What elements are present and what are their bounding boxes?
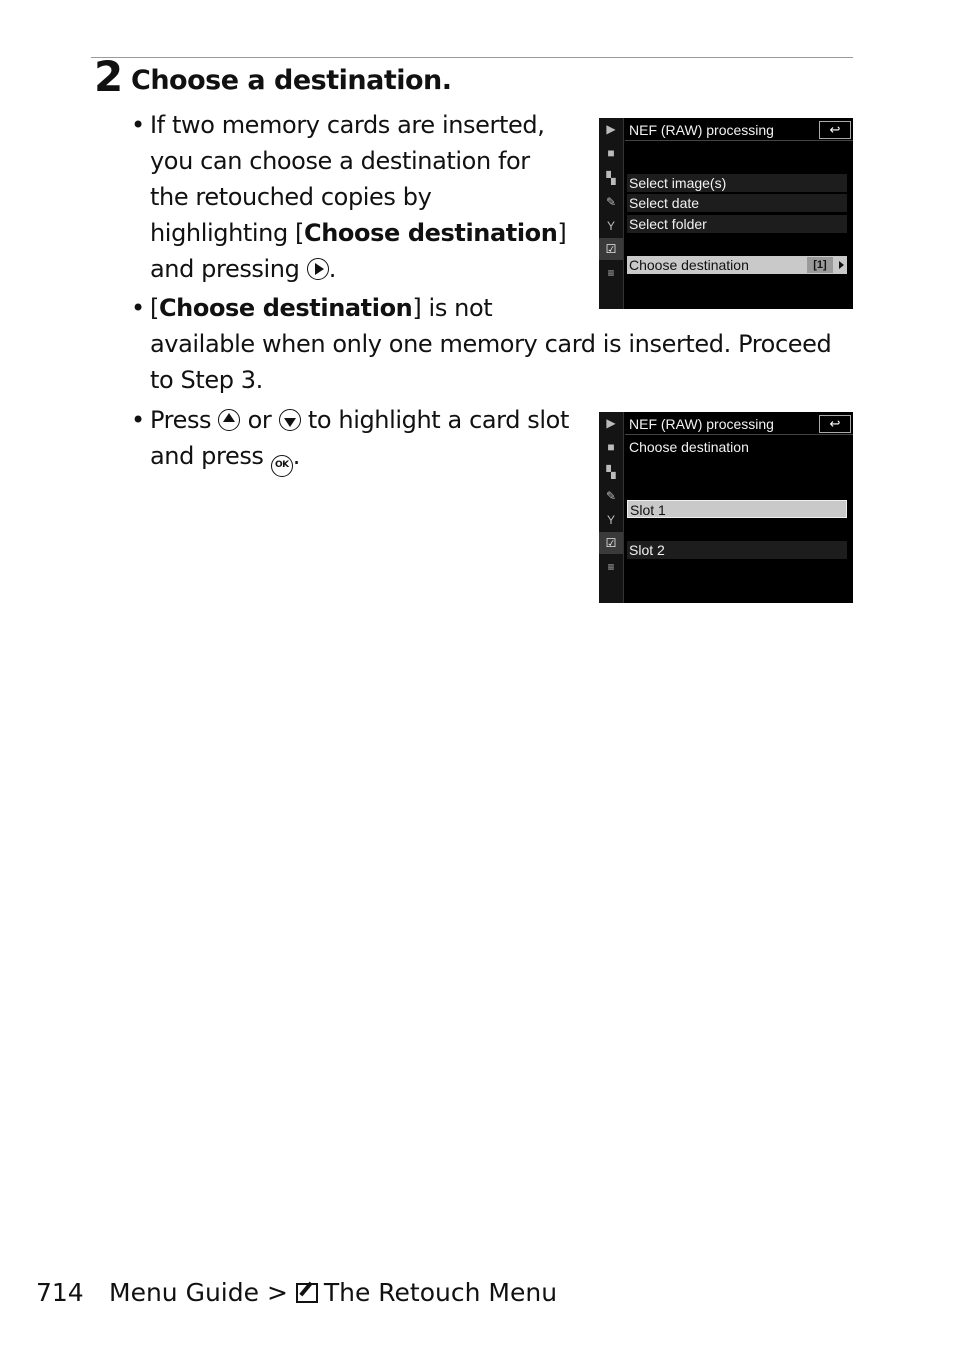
bullet-3-line-1: Press or to highlight a card slot <box>150 402 569 438</box>
bullet-1-line-4: highlighting [Choose destination] <box>150 215 567 251</box>
retouch-icon: ☑ <box>599 532 623 554</box>
custom-settings-icon: ✎ <box>605 195 617 209</box>
text: and pressing <box>150 255 300 283</box>
bullet-1-line-5: and pressing . <box>150 251 336 287</box>
divider <box>625 140 853 141</box>
my-menu-icon: ≡ <box>607 560 615 574</box>
bullet-dot: • <box>131 406 146 434</box>
screen-title: NEF (RAW) processing <box>629 122 774 138</box>
bullet-2-line-3: to Step 3. <box>150 366 263 394</box>
photo-shooting-icon: ■ <box>607 146 615 160</box>
step-number: 2 <box>94 52 124 101</box>
retouch-icon: ☑ <box>599 238 623 260</box>
text: or <box>247 406 272 434</box>
bullet-1-line-1: If two memory cards are inserted, <box>150 111 545 139</box>
ok-button-icon: OK <box>270 455 293 477</box>
playback-icon: ▶ <box>606 122 616 136</box>
breadcrumb-page[interactable]: The Retouch Menu <box>324 1278 557 1307</box>
photo-shooting-icon: ■ <box>607 440 615 454</box>
bullet-1-line-3: the retouched copies by <box>150 183 432 211</box>
retouch-menu-icon <box>295 1283 318 1303</box>
text: ] <box>557 219 567 247</box>
menu-item-slot-2[interactable]: Slot 2 <box>627 541 847 559</box>
breadcrumb-section[interactable]: Menu Guide <box>109 1278 259 1307</box>
menu-item-slot-1[interactable]: Slot 1 <box>627 500 847 518</box>
camera-screen-2: ▶ ■ ▚ ✎ Y ☑ ≡ NEF (RAW) processing ↩ Cho… <box>599 412 853 603</box>
bullet-1-line-2: you can choose a destination for <box>150 147 530 175</box>
text: to highlight a card slot <box>307 406 569 434</box>
screen-subtitle: Choose destination <box>629 439 749 455</box>
menu-item-select-images[interactable]: Select image(s) <box>627 174 847 192</box>
menu-item-select-date[interactable]: Select date <box>627 194 847 212</box>
playback-icon: ▶ <box>606 416 616 430</box>
movie-shooting-icon: ▚ <box>606 171 616 185</box>
page-number: 714 <box>36 1278 84 1307</box>
divider <box>625 434 853 435</box>
text: and press <box>150 442 264 470</box>
bullet-dot: • <box>131 111 146 139</box>
multi-selector-down-icon <box>278 409 301 431</box>
step-title: Choose a destination. <box>131 65 452 96</box>
my-menu-icon: ≡ <box>607 266 615 280</box>
screen-title: NEF (RAW) processing <box>629 416 774 432</box>
menu-sidebar: ▶ ■ ▚ ✎ Y ☑ ≡ <box>599 118 624 309</box>
setup-icon: Y <box>606 219 615 233</box>
card-slot-badge: [1] <box>807 257 833 273</box>
text: . <box>292 442 301 470</box>
menu-sidebar: ▶ ■ ▚ ✎ Y ☑ ≡ <box>599 412 624 603</box>
back-icon[interactable]: ↩ <box>819 415 851 433</box>
bullet-3-line-2: and press OK. <box>150 438 300 477</box>
breadcrumb: Menu Guide > The Retouch Menu <box>109 1276 557 1310</box>
back-icon[interactable]: ↩ <box>819 121 851 139</box>
multi-selector-right-icon <box>306 258 329 280</box>
menu-item-choose-destination[interactable]: Choose destination [1] <box>627 256 847 274</box>
text: highlighting [ <box>150 219 305 247</box>
top-rule <box>91 57 853 58</box>
camera-screen-1: ▶ ■ ▚ ✎ Y ☑ ≡ NEF (RAW) processing ↩ Sel… <box>599 118 853 309</box>
bullet-dot: • <box>131 294 146 322</box>
menu-item-select-folder[interactable]: Select folder <box>627 215 847 233</box>
chevron-right-icon <box>839 261 844 269</box>
bullet-2-line-2: available when only one memory card is i… <box>150 330 832 358</box>
menu-item-reference: Choose destination <box>158 294 413 322</box>
custom-settings-icon: ✎ <box>605 489 617 503</box>
text: . <box>328 255 337 283</box>
menu-item-label: Choose destination <box>629 257 749 273</box>
text: [ <box>150 294 159 322</box>
menu-item-reference: Choose destination <box>304 219 558 247</box>
multi-selector-up-icon <box>218 409 241 431</box>
setup-icon: Y <box>606 513 615 527</box>
text: Press <box>150 406 212 434</box>
breadcrumb-separator: > <box>266 1278 288 1307</box>
text: ] is not <box>412 294 493 322</box>
movie-shooting-icon: ▚ <box>606 465 616 479</box>
bullet-2-line-1: [Choose destination] is not <box>150 290 493 326</box>
